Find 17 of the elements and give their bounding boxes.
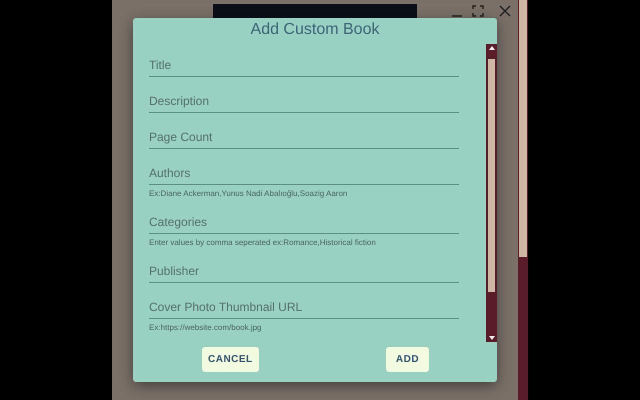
text-field[interactable]: Publisher [149,262,459,283]
scroll-down-icon[interactable] [488,336,494,340]
scrollbar[interactable] [518,0,528,400]
dialog-title: Add Custom Book [250,20,380,40]
helper-text: Ex:https://website.com/book.jpg [149,323,262,332]
scrollbar[interactable] [486,44,497,342]
helper-text: Enter values by comma seperated ex:Romance,Historical fiction [149,238,377,247]
text-field[interactable]: Categories [149,213,459,234]
text-field[interactable]: Cover Photo Thumbnail URL [149,298,459,319]
helper-text: Ex:Diane Ackerman,Yunus Nadi Abalıoğlu,Soazig Aaron [149,189,348,198]
add-button[interactable]: ADD [386,347,429,372]
text-field[interactable]: Description [149,92,459,113]
cancel-button[interactable]: CANCEL [202,347,259,372]
text-field[interactable]: Page Count [149,128,459,149]
text-field[interactable]: Title [149,56,459,77]
scroll-up-icon[interactable] [488,46,494,50]
text-field[interactable]: Authors [149,164,459,185]
